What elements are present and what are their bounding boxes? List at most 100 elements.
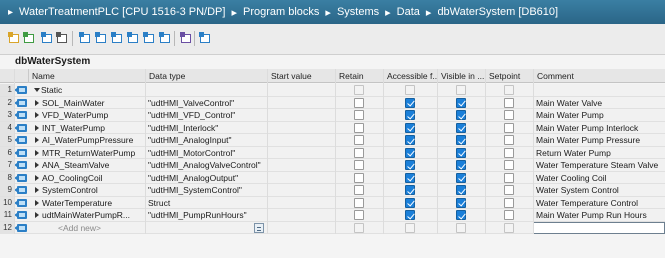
retain-checkbox[interactable] xyxy=(354,172,364,183)
visible-checkbox[interactable] xyxy=(456,185,466,195)
visible-checkbox[interactable] xyxy=(456,197,466,208)
collapse-chevron-icon[interactable] xyxy=(34,88,40,92)
expand-chevron-icon[interactable] xyxy=(35,149,39,156)
data-type-cell[interactable] xyxy=(148,84,266,96)
setpoint-checkbox[interactable] xyxy=(504,135,514,145)
expand-chevron-icon[interactable] xyxy=(35,112,39,118)
comment-cell[interactable]: Main Water Pump Pressure xyxy=(536,134,664,146)
comment-cell[interactable] xyxy=(536,84,664,96)
accessible-checkbox[interactable] xyxy=(405,110,415,120)
visible-checkbox[interactable] xyxy=(456,172,466,183)
expand-chevron-icon[interactable] xyxy=(35,162,39,168)
comment-cell[interactable]: Main Water Pump xyxy=(536,109,664,121)
setpoint-checkbox[interactable] xyxy=(504,85,514,95)
comment-cell[interactable]: Water Temperature Steam Valve xyxy=(536,159,664,171)
retain-checkbox[interactable] xyxy=(354,210,364,220)
variable-name[interactable]: Static xyxy=(41,84,143,96)
accessible-checkbox[interactable] xyxy=(405,222,415,233)
visible-checkbox[interactable] xyxy=(456,97,466,108)
monitor-values-icon[interactable] xyxy=(41,32,54,45)
table-row[interactable]: 8 AO_CoolingCoil "udtHMI_AnalogOutput" Wate… xyxy=(0,171,665,184)
setpoint-checkbox[interactable] xyxy=(504,110,514,120)
expand-chevron-icon[interactable] xyxy=(35,137,39,143)
header-col-start-value[interactable]: Start value xyxy=(267,69,335,83)
table-row[interactable]: 12 <Add new> xyxy=(0,221,665,234)
visible-checkbox[interactable] xyxy=(456,110,466,120)
table-row[interactable]: 2 SOL_MainWater "udtHMI_ValveControl" Main … xyxy=(0,96,665,109)
visible-checkbox[interactable] xyxy=(456,122,466,133)
comment-cell[interactable]: Return Water Pump xyxy=(536,147,664,159)
table-row[interactable]: 10 WaterTemperature Struct Water Temperatur… xyxy=(0,196,665,209)
accessible-checkbox[interactable] xyxy=(405,197,415,208)
visible-checkbox[interactable] xyxy=(456,210,466,220)
header-col-setpoint[interactable]: Setpoint xyxy=(485,69,533,83)
variable-name[interactable]: MTR_ReturnWaterPump xyxy=(42,147,144,159)
retain-checkbox[interactable] xyxy=(354,197,364,208)
reset-start-value-icon[interactable] xyxy=(143,32,156,45)
setpoint-checkbox[interactable] xyxy=(504,122,514,133)
data-type-cell[interactable]: "udtHMI_AnalogInput" xyxy=(148,134,266,146)
memory-icon[interactable] xyxy=(180,32,193,45)
setpoint-checkbox[interactable] xyxy=(504,172,514,183)
header-col-visible[interactable]: Visible in ... xyxy=(437,69,485,83)
snapshot-icon[interactable] xyxy=(79,32,92,45)
retain-checkbox[interactable] xyxy=(354,97,364,108)
table-row[interactable]: 5 AI_WaterPumpPressure "udtHMI_AnalogInput… xyxy=(0,134,665,147)
header-col-name[interactable]: Name xyxy=(28,69,145,83)
data-type-cell[interactable]: Struct xyxy=(148,197,266,209)
table-row[interactable]: 6 MTR_ReturnWaterPump "udtHMI_MotorControl… xyxy=(0,146,665,159)
visible-checkbox[interactable] xyxy=(456,85,466,95)
expand-chevron-icon[interactable] xyxy=(35,199,39,206)
expand-all-icon[interactable] xyxy=(159,32,172,45)
accessible-checkbox[interactable] xyxy=(405,122,415,133)
retain-checkbox[interactable] xyxy=(354,185,364,195)
setpoint-checkbox[interactable] xyxy=(504,222,514,233)
data-type-cell[interactable]: "udtHMI_SystemControl" xyxy=(148,184,266,196)
accessible-checkbox[interactable] xyxy=(405,160,415,170)
table-row[interactable]: 1 Static xyxy=(0,84,665,97)
add-row-icon[interactable] xyxy=(23,32,36,45)
variable-name[interactable]: udtMainWaterPumpR... xyxy=(42,209,144,221)
data-type-cell[interactable]: "udtHMI_Interlock" xyxy=(148,122,266,134)
retain-checkbox[interactable] xyxy=(354,147,364,158)
expand-chevron-icon[interactable] xyxy=(35,99,39,106)
setpoint-checkbox[interactable] xyxy=(504,97,514,108)
load-snapshot-icon[interactable] xyxy=(111,32,124,45)
breadcrumb-lead-icon[interactable]: ▸ xyxy=(0,7,19,18)
visible-checkbox[interactable] xyxy=(456,160,466,170)
variable-name[interactable]: ANA_SteamValve xyxy=(42,159,144,171)
data-type-cell[interactable]: "udtHMI_AnalogValveControl" xyxy=(148,159,266,171)
visible-checkbox[interactable] xyxy=(456,135,466,145)
comment-cell[interactable]: Main Water Valve xyxy=(536,97,664,109)
comment-cell[interactable]: Water Cooling Coil xyxy=(536,172,664,184)
breadcrumb-item[interactable]: Program blocks xyxy=(243,6,319,18)
comment-cell[interactable]: Water System Control xyxy=(536,184,664,196)
retain-checkbox[interactable] xyxy=(354,135,364,145)
table-row[interactable]: 3 VFD_WaterPump "udtHMI_VFD_Control" Main W… xyxy=(0,109,665,122)
visible-checkbox[interactable] xyxy=(456,147,466,158)
set-start-value-icon[interactable] xyxy=(127,32,140,45)
accessible-checkbox[interactable] xyxy=(405,147,415,158)
retain-checkbox[interactable] xyxy=(354,110,364,120)
visible-checkbox[interactable] xyxy=(456,222,466,233)
accessible-checkbox[interactable] xyxy=(405,85,415,95)
variable-name[interactable]: AO_CoolingCoil xyxy=(42,172,144,184)
breadcrumb-item[interactable]: WaterTreatmentPLC [CPU 1516-3 PN/DP] xyxy=(19,6,225,18)
expand-chevron-icon[interactable] xyxy=(35,124,39,131)
setpoint-checkbox[interactable] xyxy=(504,185,514,195)
retain-checkbox[interactable] xyxy=(354,85,364,95)
accessible-checkbox[interactable] xyxy=(405,210,415,220)
comment-cell[interactable] xyxy=(536,222,664,234)
variable-name[interactable]: INT_WaterPump xyxy=(42,122,144,134)
data-type-cell[interactable]: "udtHMI_AnalogOutput" xyxy=(148,172,266,184)
header-col-retain[interactable]: Retain xyxy=(335,69,383,83)
accessible-checkbox[interactable] xyxy=(405,97,415,108)
header-col-comment[interactable]: Comment xyxy=(533,69,665,83)
variable-name[interactable]: SOL_MainWater xyxy=(42,97,144,109)
comment-cell[interactable]: Main Water Pump Run Hours xyxy=(536,209,664,221)
table-row[interactable]: 7 ANA_SteamValve "udtHMI_AnalogValveContro… xyxy=(0,159,665,172)
variable-name[interactable]: VFD_WaterPump xyxy=(42,109,144,121)
insert-row-icon[interactable] xyxy=(8,32,21,45)
expand-chevron-icon[interactable] xyxy=(35,187,39,193)
header-col-accessible[interactable]: Accessible f... xyxy=(383,69,437,83)
